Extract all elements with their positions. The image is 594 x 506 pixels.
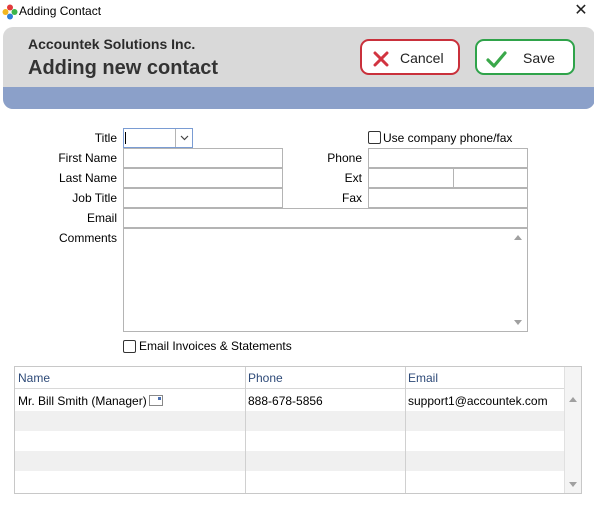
empty-table-row — [15, 431, 566, 451]
email-field[interactable] — [123, 208, 528, 228]
column-divider — [245, 367, 246, 493]
empty-table-row — [15, 411, 566, 431]
window-close-button[interactable]: ✕ — [568, 0, 594, 24]
comments-label: Comments — [58, 231, 117, 245]
table-header: Name Phone Email — [15, 367, 566, 389]
phone-label: Phone — [327, 151, 362, 165]
cell-phone: 888-678-5856 — [248, 394, 323, 408]
email-invoices-checkbox[interactable] — [123, 340, 136, 353]
page-title: Adding new contact — [28, 57, 218, 79]
last-name-field[interactable] — [123, 168, 283, 188]
comments-textarea[interactable] — [123, 228, 528, 332]
first-name-field[interactable] — [123, 148, 283, 168]
fax-field[interactable] — [368, 188, 528, 208]
save-button[interactable]: Save — [475, 39, 575, 75]
scroll-up-icon[interactable] — [514, 235, 522, 240]
job-title-field[interactable] — [123, 188, 283, 208]
column-header-phone[interactable]: Phone — [248, 371, 283, 385]
company-name: Accountek Solutions Inc. — [28, 36, 196, 52]
header-accent-strip — [3, 87, 594, 109]
chevron-down-icon — [180, 135, 189, 141]
empty-table-row — [15, 471, 566, 491]
fax-label: Fax — [341, 191, 362, 205]
ext-field[interactable] — [368, 168, 454, 188]
empty-table-row — [15, 451, 566, 471]
contacts-table[interactable]: Name Phone Email Mr. Bill Smith (Manager… — [14, 366, 582, 494]
phone-field[interactable] — [368, 148, 528, 168]
column-header-email[interactable]: Email — [408, 371, 438, 385]
email-label: Email — [86, 211, 117, 225]
column-header-name[interactable]: Name — [18, 371, 50, 385]
title-dropdown-button[interactable] — [175, 129, 192, 147]
close-icon — [373, 51, 389, 67]
title-label: Title — [94, 131, 117, 145]
scroll-up-icon[interactable] — [569, 397, 577, 402]
scroll-down-icon[interactable] — [514, 320, 522, 325]
text-caret — [125, 132, 126, 144]
cancel-button[interactable]: Cancel — [360, 39, 460, 75]
ext-label: Ext — [344, 171, 362, 185]
save-button-label: Save — [523, 50, 555, 66]
table-row[interactable]: Mr. Bill Smith (Manager) 888-678-5856 su… — [15, 391, 566, 411]
last-name-label: Last Name — [58, 171, 117, 185]
window-titlebar: Adding Contact ✕ — [0, 0, 594, 24]
contact-card-icon[interactable] — [149, 395, 163, 406]
scroll-down-icon[interactable] — [569, 482, 577, 487]
column-divider — [405, 367, 406, 493]
close-icon: ✕ — [574, 2, 588, 19]
cancel-button-label: Cancel — [400, 50, 444, 66]
first-name-label: First Name — [58, 151, 117, 165]
comments-scrollbar[interactable] — [510, 229, 527, 331]
cell-name: Mr. Bill Smith (Manager) — [18, 394, 147, 408]
use-company-phone-label: Use company phone/fax — [383, 131, 513, 145]
pinwheel-app-icon — [2, 4, 18, 20]
email-invoices-label: Email Invoices & Statements — [139, 339, 292, 353]
title-select[interactable] — [123, 128, 193, 148]
table-scrollbar[interactable] — [564, 367, 581, 493]
window-title: Adding Contact — [19, 4, 102, 18]
job-title-label: Job Title — [72, 191, 117, 205]
checkmark-icon — [486, 51, 507, 68]
cell-email: support1@accountek.com — [408, 394, 548, 408]
header-panel: Accountek Solutions Inc. Adding new cont… — [3, 27, 594, 109]
ext-field-2[interactable] — [453, 168, 528, 188]
use-company-phone-checkbox[interactable] — [368, 131, 381, 144]
